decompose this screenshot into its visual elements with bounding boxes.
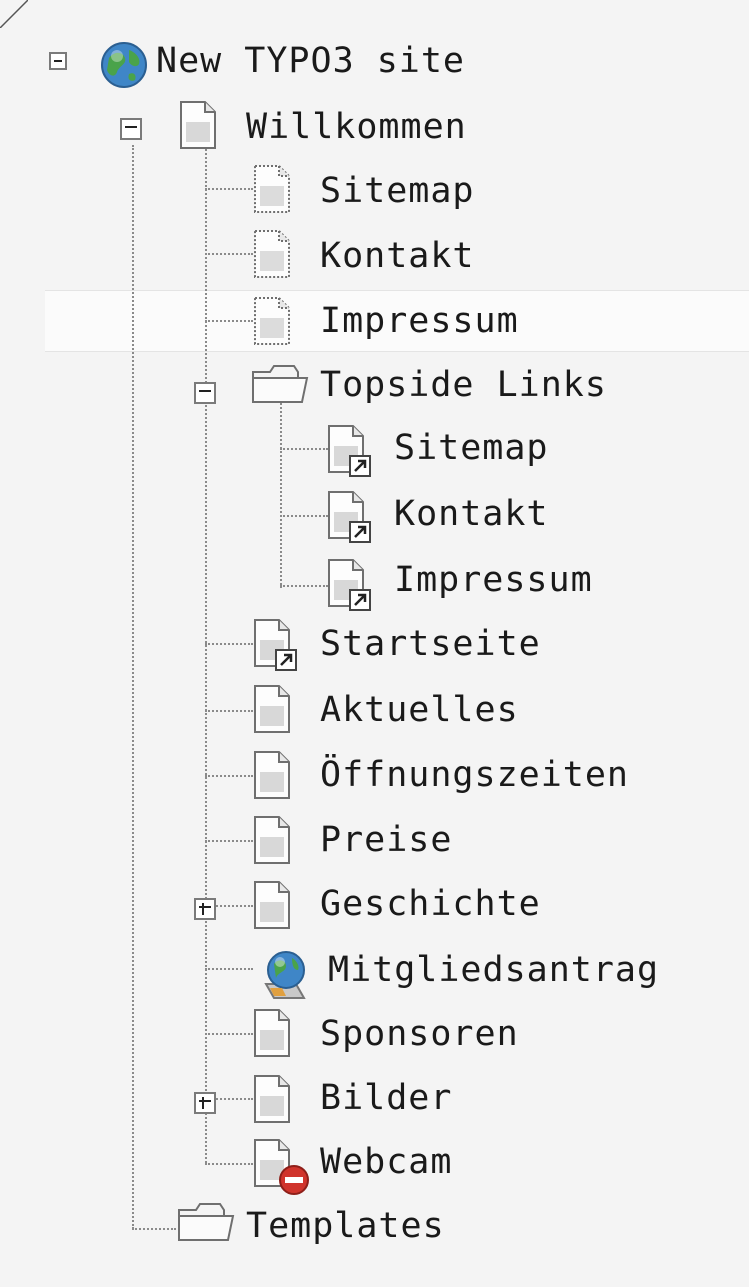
tree-line bbox=[280, 585, 328, 587]
globe-icon bbox=[101, 42, 147, 88]
tree-node-label[interactable]: Impressum bbox=[394, 560, 593, 600]
collapse-toggle-topside-links[interactable] bbox=[194, 382, 216, 404]
expand-toggle-bilder[interactable] bbox=[194, 1092, 216, 1114]
tree-line bbox=[205, 710, 253, 712]
tree-node-label[interactable]: Preise bbox=[320, 820, 452, 860]
tree-line bbox=[205, 188, 253, 190]
page-icon bbox=[252, 880, 292, 930]
tree-node-label[interactable]: Sitemap bbox=[394, 428, 549, 468]
tree-node-label[interactable]: Sponsoren bbox=[320, 1014, 519, 1054]
tree-line bbox=[132, 1228, 176, 1230]
tree-node-label[interactable]: Kontakt bbox=[394, 494, 549, 534]
page-icon bbox=[252, 1074, 292, 1124]
page-icon bbox=[252, 815, 292, 865]
restricted-page-icon bbox=[254, 1139, 309, 1195]
shortcut-page-icon bbox=[328, 425, 371, 477]
expand-toggle-geschichte[interactable] bbox=[194, 898, 216, 920]
tree-line bbox=[205, 840, 253, 842]
tree-node-label[interactable]: Mitgliedsantrag bbox=[328, 950, 659, 990]
page-icon bbox=[252, 750, 292, 800]
collapse-toggle-root[interactable] bbox=[49, 52, 67, 70]
page-icon bbox=[252, 1008, 292, 1058]
tree-node-label[interactable]: Kontakt bbox=[320, 236, 475, 276]
tree-line bbox=[205, 643, 253, 645]
tree-line bbox=[205, 1033, 253, 1035]
collapse-toggle-willkommen[interactable] bbox=[120, 118, 142, 140]
page-icon bbox=[252, 684, 292, 734]
hidden-page-icon bbox=[252, 164, 292, 214]
tree-line bbox=[205, 1163, 253, 1165]
tree-node-label[interactable]: Bilder bbox=[320, 1078, 452, 1118]
tree-node-label[interactable]: Startseite bbox=[320, 624, 541, 664]
tree-line bbox=[205, 320, 253, 322]
tree-line bbox=[205, 775, 253, 777]
tree-node-label-selected[interactable]: Impressum bbox=[320, 301, 519, 341]
tree-node-label[interactable]: Templates bbox=[246, 1206, 445, 1246]
tree-node-label[interactable]: Webcam bbox=[320, 1142, 452, 1182]
folder-icon bbox=[176, 1200, 236, 1244]
tree-node-label[interactable]: Öffnungszeiten bbox=[320, 755, 629, 795]
tree-line bbox=[280, 400, 282, 588]
tree-node-label-root[interactable]: New TYPO3 site bbox=[156, 41, 465, 81]
tree-line bbox=[205, 968, 253, 970]
shortcut-page-icon bbox=[254, 619, 297, 671]
tree-node-label[interactable]: Geschichte bbox=[320, 884, 541, 924]
shortcut-page-icon bbox=[328, 491, 371, 543]
shortcut-page-icon bbox=[328, 559, 371, 611]
tree-node-label[interactable]: Aktuelles bbox=[320, 690, 519, 730]
tree-node-label[interactable]: Sitemap bbox=[320, 171, 475, 211]
hidden-page-icon bbox=[252, 229, 292, 279]
tree-line bbox=[132, 145, 134, 1229]
hidden-page-icon bbox=[252, 296, 292, 346]
page-icon bbox=[178, 100, 218, 150]
tree-node-label[interactable]: Willkommen bbox=[246, 107, 467, 147]
folder-icon bbox=[250, 362, 310, 406]
page-tree: New TYPO3 site Willkommen Sitemap Kontak… bbox=[0, 0, 749, 1287]
tree-node-label[interactable]: Topside Links bbox=[320, 365, 607, 405]
external-url-page-icon bbox=[264, 951, 306, 999]
tree-line bbox=[280, 515, 328, 517]
tree-line bbox=[205, 253, 253, 255]
tree-line bbox=[205, 145, 207, 1163]
tree-line bbox=[280, 448, 328, 450]
